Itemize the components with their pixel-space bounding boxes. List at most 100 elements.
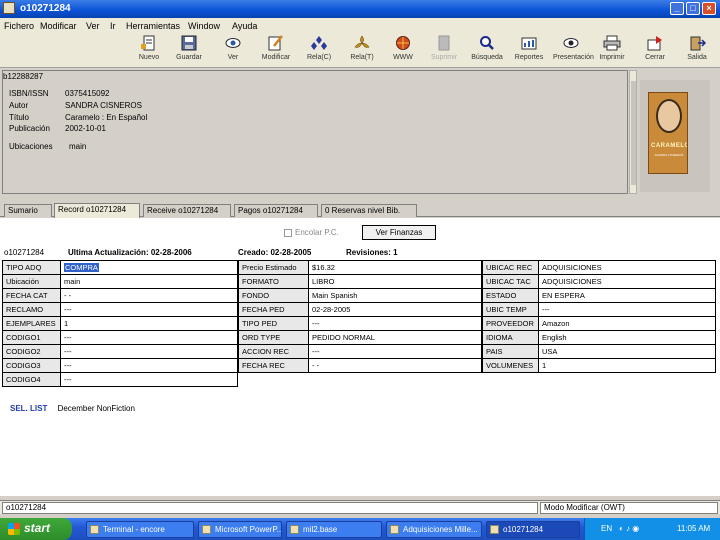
save-icon: [181, 35, 197, 51]
exit-icon: [690, 36, 706, 51]
table-row: Precio Estimado $16.32: [238, 260, 482, 275]
busqueda-button[interactable]: Búsqueda: [469, 35, 505, 66]
modificar-button[interactable]: Modificar: [258, 35, 294, 66]
task-label: Adquisiciones Mille...: [403, 525, 478, 534]
close-window-button[interactable]: ×: [702, 2, 716, 15]
search-icon: [480, 36, 494, 50]
tab-reservas[interactable]: 0 Reservas nivel Bib.: [321, 204, 417, 217]
field-value[interactable]: - -: [60, 288, 238, 303]
tab-receive[interactable]: Receive o10271284: [143, 204, 231, 217]
sel-list-value[interactable]: December NonFiction: [58, 404, 135, 413]
cerrar-button[interactable]: Cerrar: [637, 35, 673, 66]
field-value[interactable]: 1: [60, 316, 238, 331]
scrollbar-thumb[interactable]: [631, 81, 636, 185]
clock: 11:05 AM: [677, 524, 711, 533]
encolar-label: Encolar P.C.: [295, 228, 339, 237]
menu-bar: Fichero Modificar Ver Ir Herramientas Wi…: [0, 18, 720, 34]
field-value[interactable]: - -: [308, 358, 482, 373]
nuevo-button[interactable]: Nuevo: [131, 35, 167, 66]
powerpoint-icon: [202, 525, 211, 534]
field-label: FONDO: [238, 288, 309, 303]
field-value[interactable]: PEDIDO NORMAL: [308, 330, 482, 345]
sel-list-label: SEL. LIST: [10, 404, 48, 413]
task-powerpoint[interactable]: Microsoft PowerP...: [198, 521, 282, 538]
rela-t-button[interactable]: Rela(T): [344, 35, 380, 66]
autor-value[interactable]: SANDRA CISNEROS: [65, 101, 142, 110]
field-label: UBIC TEMP: [482, 302, 539, 317]
start-button[interactable]: start: [0, 518, 72, 540]
field-value[interactable]: ADQUISICIONES: [538, 260, 716, 275]
field-value[interactable]: ---: [60, 372, 238, 387]
field-value[interactable]: Amazon: [538, 316, 716, 331]
field-value[interactable]: ADQUISICIONES: [538, 274, 716, 289]
field-value[interactable]: ---: [538, 302, 716, 317]
table-row: PAIS USA: [482, 344, 716, 359]
bib-scrollbar[interactable]: [629, 70, 637, 194]
table-row: ESTADO EN ESPERA: [482, 288, 716, 303]
www-button[interactable]: WWW: [385, 35, 421, 66]
suprimir-button[interactable]: Suprimir: [426, 35, 462, 66]
field-value[interactable]: USA: [538, 344, 716, 359]
tab-record[interactable]: Record o10271284: [54, 203, 140, 218]
field-value[interactable]: ---: [60, 330, 238, 345]
task-label: Terminal - encore: [103, 525, 165, 534]
last-updated: Ultima Actualización: 02-28-2006: [68, 248, 192, 257]
titulo-value[interactable]: Caramelo : En Español: [65, 113, 147, 122]
order-record-pane: Encolar P.C. Ver Finanzas o10271284 Ulti…: [0, 218, 720, 496]
imprimir-button[interactable]: Imprimir: [594, 35, 630, 66]
table-row: PROVEEDOR Amazon: [482, 316, 716, 331]
rela-c-button[interactable]: Rela(C): [301, 35, 337, 66]
minimize-button[interactable]: _: [670, 2, 684, 15]
menu-ayuda[interactable]: Ayuda: [232, 21, 257, 31]
field-label: ESTADO: [482, 288, 539, 303]
selected-text[interactable]: COMPRA: [64, 263, 99, 272]
isbn-value[interactable]: 0375415092: [65, 89, 110, 98]
publicacion-value[interactable]: 2002-10-01: [65, 124, 106, 133]
field-value[interactable]: English: [538, 330, 716, 345]
reportes-button[interactable]: Reportes: [511, 35, 547, 66]
maximize-button[interactable]: □: [686, 2, 700, 15]
ubicaciones-value[interactable]: main: [69, 142, 86, 151]
task-adquisiciones[interactable]: Adquisiciones Mille...: [386, 521, 482, 538]
menu-ver[interactable]: Ver: [86, 21, 100, 31]
tab-sumario[interactable]: Sumario: [4, 204, 52, 217]
task-label: mil2.base: [303, 525, 338, 534]
field-value[interactable]: ---: [60, 302, 238, 317]
tipo-adq-value[interactable]: COMPRA: [60, 260, 238, 275]
menu-ir[interactable]: Ir: [110, 21, 116, 31]
field-value[interactable]: ---: [60, 344, 238, 359]
task-o10271284[interactable]: o10271284: [486, 521, 580, 538]
field-value[interactable]: EN ESPERA: [538, 288, 716, 303]
tray-icons[interactable]: ◐ ♪ ◉: [619, 524, 639, 533]
close-record-icon: [647, 36, 662, 51]
task-terminal[interactable]: Terminal - encore: [86, 521, 194, 538]
field-value[interactable]: ---: [308, 344, 482, 359]
field-value[interactable]: ---: [60, 358, 238, 373]
language-indicator[interactable]: EN: [601, 524, 612, 533]
ver-finanzas-button[interactable]: Ver Finanzas: [362, 225, 436, 240]
field-value[interactable]: 02-28-2005: [308, 302, 482, 317]
edit-icon: [268, 35, 283, 51]
menu-herramientas[interactable]: Herramientas: [126, 21, 180, 31]
ver-button[interactable]: Ver: [215, 35, 251, 66]
encolar-checkbox[interactable]: [284, 229, 292, 237]
field-value[interactable]: LIBRO: [308, 274, 482, 289]
menu-modificar[interactable]: Modificar: [40, 21, 77, 31]
menu-fichero[interactable]: Fichero: [4, 21, 34, 31]
field-value[interactable]: main: [60, 274, 238, 289]
menu-window[interactable]: Window: [188, 21, 220, 31]
field-value[interactable]: ---: [308, 316, 482, 331]
tab-pagos[interactable]: Pagos o10271284: [234, 204, 318, 217]
task-mil2[interactable]: mil2.base: [286, 521, 382, 538]
salida-button[interactable]: Salida: [679, 35, 715, 66]
cover-portrait: [656, 99, 682, 133]
finance-options: Encolar P.C. Ver Finanzas: [0, 218, 720, 246]
field-value[interactable]: Main Spanish: [308, 288, 482, 303]
presentacion-button[interactable]: Presentación: [553, 35, 594, 66]
order-record-id: o10271284: [4, 248, 45, 257]
system-tray: EN ◐ ♪ ◉ 11:05 AM: [584, 518, 720, 540]
guardar-button[interactable]: Guardar: [171, 35, 207, 66]
field-value[interactable]: 1: [538, 358, 716, 373]
field-value[interactable]: $16.32: [308, 260, 482, 275]
field-label: PROVEEDOR: [482, 316, 539, 331]
